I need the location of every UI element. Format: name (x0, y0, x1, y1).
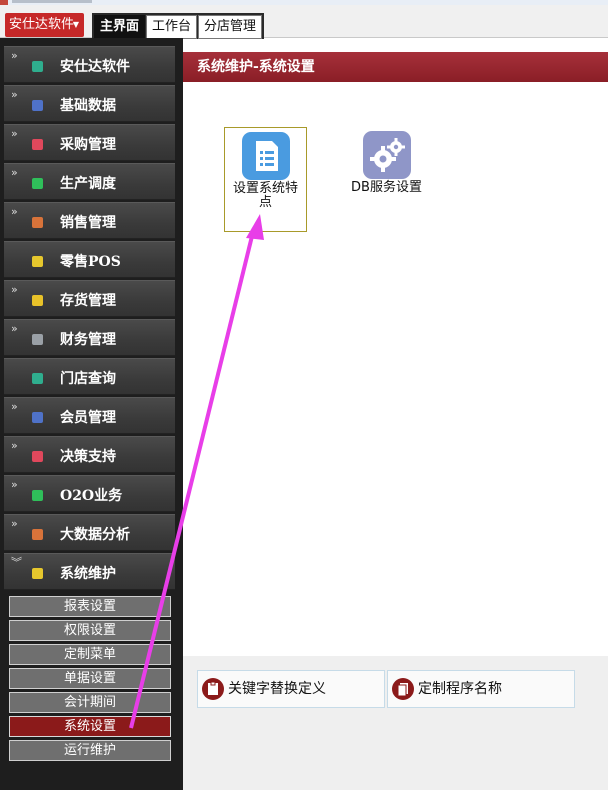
tile-label: 设置系统特点 (232, 181, 298, 210)
red-square-icon (32, 451, 43, 462)
action-label: 关键字替换定义 (228, 681, 326, 697)
blue-square-icon (32, 100, 43, 111)
sidebar-item-anshida[interactable]: » 安仕达软件 (4, 46, 175, 83)
sidebar-item-label: 销售管理 (60, 215, 116, 231)
app-menu-button[interactable]: 安仕达软件 ▼ (5, 13, 84, 37)
tab-branch-management[interactable]: 分店管理 (198, 15, 263, 39)
sidebar-item-big-data[interactable]: » 大数据分析 (4, 514, 175, 551)
tile-label: DB服务设置 (351, 180, 422, 195)
content-area: 设置系统特点 DB服务设置 (183, 82, 608, 656)
tile-system-features[interactable]: 设置系统特点 (224, 127, 307, 232)
sidebar-item-label: 会员管理 (60, 410, 116, 426)
sidebar-item-store-query[interactable]: 门店查询 (4, 358, 175, 395)
green-square-icon (32, 178, 43, 189)
sidebar-item-label: 基础数据 (60, 98, 116, 114)
document-list-icon (241, 132, 290, 180)
double-chevron-right-icon: » (11, 400, 18, 413)
sidebar-item-label: 零售POS (60, 254, 121, 270)
sidebar-item-label: 安仕达软件 (60, 59, 130, 75)
sidebar-subitem-accounting-period[interactable]: 会计期间 (9, 692, 171, 713)
main-tab-bar: 主界面 工作台 分店管理 (92, 13, 265, 39)
tab-main[interactable]: 主界面 (94, 15, 146, 39)
sidebar-item-decision-support[interactable]: » 决策支持 (4, 436, 175, 473)
sidebar: » 安仕达软件 » 基础数据 » 采购管理 » 生产调度 » 销售管理 零售PO… (0, 38, 183, 790)
sidebar-subitem-report-settings[interactable]: 报表设置 (9, 596, 171, 617)
double-chevron-right-icon: » (11, 49, 18, 62)
top-toolbar: 安仕达软件 ▼ 主界面 工作台 分店管理 (0, 5, 608, 39)
double-chevron-right-icon: » (11, 478, 18, 491)
custom-program-name-button[interactable]: 定制程序名称 (387, 670, 575, 708)
gears-icon (362, 131, 411, 179)
double-chevron-right-icon: » (11, 283, 18, 296)
gray-square-icon (32, 334, 43, 345)
double-chevron-right-icon: » (11, 322, 18, 335)
orange-square-icon (32, 217, 43, 228)
double-chevron-right-icon: » (11, 205, 18, 218)
sidebar-item-purchasing[interactable]: » 采购管理 (4, 124, 175, 161)
window-title (12, 0, 92, 3)
sidebar-item-label: 存货管理 (60, 293, 116, 309)
page-title: 系统维护-系统设置 (183, 52, 608, 82)
copy-document-icon (392, 678, 414, 700)
red-square-icon (32, 139, 43, 150)
sidebar-item-system-maintenance[interactable]: ︾ 系统维护 (4, 553, 175, 590)
sidebar-item-label: 财务管理 (60, 332, 116, 348)
sidebar-subitem-permission-settings[interactable]: 权限设置 (9, 620, 171, 641)
sidebar-subitem-document-settings[interactable]: 单据设置 (9, 668, 171, 689)
double-chevron-right-icon: » (11, 127, 18, 140)
yellow-square-icon (32, 295, 43, 306)
sidebar-item-retail-pos[interactable]: 零售POS (4, 241, 175, 278)
yellow-square-icon (32, 256, 43, 267)
sidebar-item-production[interactable]: » 生产调度 (4, 163, 175, 200)
sidebar-subitem-custom-menu[interactable]: 定制菜单 (9, 644, 171, 665)
action-label: 定制程序名称 (418, 681, 502, 697)
app-menu-label: 安仕达软件 (9, 17, 75, 32)
green-square-icon (32, 490, 43, 501)
double-chevron-right-icon: » (11, 517, 18, 530)
sidebar-item-finance[interactable]: » 财务管理 (4, 319, 175, 356)
teal-square-icon (32, 61, 43, 72)
double-chevron-right-icon: » (11, 88, 18, 101)
sidebar-item-label: 采购管理 (60, 137, 116, 153)
double-chevron-down-icon: ︾ (11, 556, 22, 569)
sidebar-subitem-system-settings[interactable]: 系统设置 (9, 716, 171, 737)
sidebar-item-label: 生产调度 (60, 176, 116, 192)
keyword-replace-button[interactable]: 关键字替换定义 (197, 670, 385, 708)
blue-square-icon (32, 412, 43, 423)
yellow-square-icon (32, 568, 43, 579)
orange-square-icon (32, 529, 43, 540)
sidebar-item-members[interactable]: » 会员管理 (4, 397, 175, 434)
sidebar-item-inventory[interactable]: » 存货管理 (4, 280, 175, 317)
sidebar-item-sales[interactable]: » 销售管理 (4, 202, 175, 239)
sidebar-item-basic-data[interactable]: » 基础数据 (4, 85, 175, 122)
clipboard-icon (202, 678, 224, 700)
teal-square-icon (32, 373, 43, 384)
sidebar-item-label: O2O业务 (60, 488, 123, 504)
sidebar-item-label: 系统维护 (60, 566, 116, 582)
tab-workbench[interactable]: 工作台 (146, 15, 198, 39)
sidebar-item-label: 决策支持 (60, 449, 116, 465)
chevron-down-icon: ▼ (72, 20, 79, 29)
sidebar-item-label: 大数据分析 (60, 527, 130, 543)
double-chevron-right-icon: » (11, 439, 18, 452)
double-chevron-right-icon: » (11, 166, 18, 179)
sidebar-item-label: 门店查询 (60, 371, 116, 387)
sidebar-item-o2o[interactable]: » O2O业务 (4, 475, 175, 512)
tile-db-service-settings[interactable]: DB服务设置 (345, 127, 428, 207)
sidebar-subitem-operation-maintenance[interactable]: 运行维护 (9, 740, 171, 761)
